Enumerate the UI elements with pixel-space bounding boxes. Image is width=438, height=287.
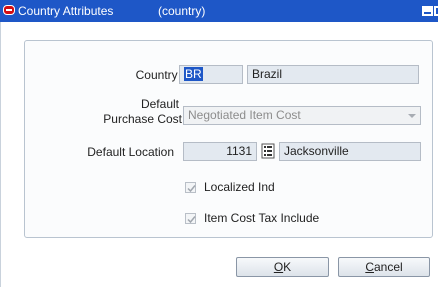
purchase-cost-select[interactable]: Negotiated Item Cost xyxy=(183,106,421,125)
minimize-button[interactable] xyxy=(422,6,433,16)
ok-accelerator: O xyxy=(273,260,284,274)
default-location-label: Default Location xyxy=(87,145,174,159)
checkmark-icon xyxy=(187,216,196,224)
ok-label-rest: K xyxy=(283,260,292,274)
ok-button[interactable]: OK xyxy=(236,257,329,277)
title-bar[interactable]: Country Attributes (country) xyxy=(0,0,438,22)
localized-ind-label: Localized Ind xyxy=(204,180,275,194)
cancel-button[interactable]: Cancel xyxy=(338,257,430,277)
localized-ind-row[interactable]: Localized Ind xyxy=(185,180,275,194)
cancel-label-rest: ancel xyxy=(373,260,403,274)
default-location-id-field[interactable]: 1131 xyxy=(183,142,257,161)
attributes-panel: Country ID BR Brazil Default Purchase Co… xyxy=(24,40,433,238)
oracle-app-icon xyxy=(3,5,15,15)
purchase-cost-value: Negotiated Item Cost xyxy=(188,108,301,122)
cancel-accelerator: C xyxy=(365,260,374,274)
window-title: Country Attributes xyxy=(18,4,114,18)
window-context: (country) xyxy=(158,4,206,18)
chevron-down-icon xyxy=(408,114,416,118)
country-name-field[interactable]: Brazil xyxy=(247,65,419,84)
list-lookup-icon[interactable] xyxy=(261,143,275,159)
country-id-field[interactable]: BR xyxy=(179,65,243,84)
default-location-name-field[interactable]: Jacksonville xyxy=(279,142,421,161)
checkmark-icon xyxy=(187,185,196,193)
purchase-cost-label-line1: Default xyxy=(140,97,179,111)
item-cost-tax-row[interactable]: Item Cost Tax Include xyxy=(185,211,319,225)
item-cost-tax-label: Item Cost Tax Include xyxy=(204,211,320,225)
country-id-selection: BR xyxy=(184,67,203,81)
window-border xyxy=(0,22,1,287)
purchase-cost-label-line2: Purchase Cost xyxy=(103,112,182,126)
localized-ind-checkbox[interactable] xyxy=(185,182,196,193)
maximize-button[interactable] xyxy=(434,6,438,16)
country-attributes-window: Country Attributes (country) Country ID … xyxy=(0,0,438,287)
item-cost-tax-checkbox[interactable] xyxy=(185,213,196,224)
